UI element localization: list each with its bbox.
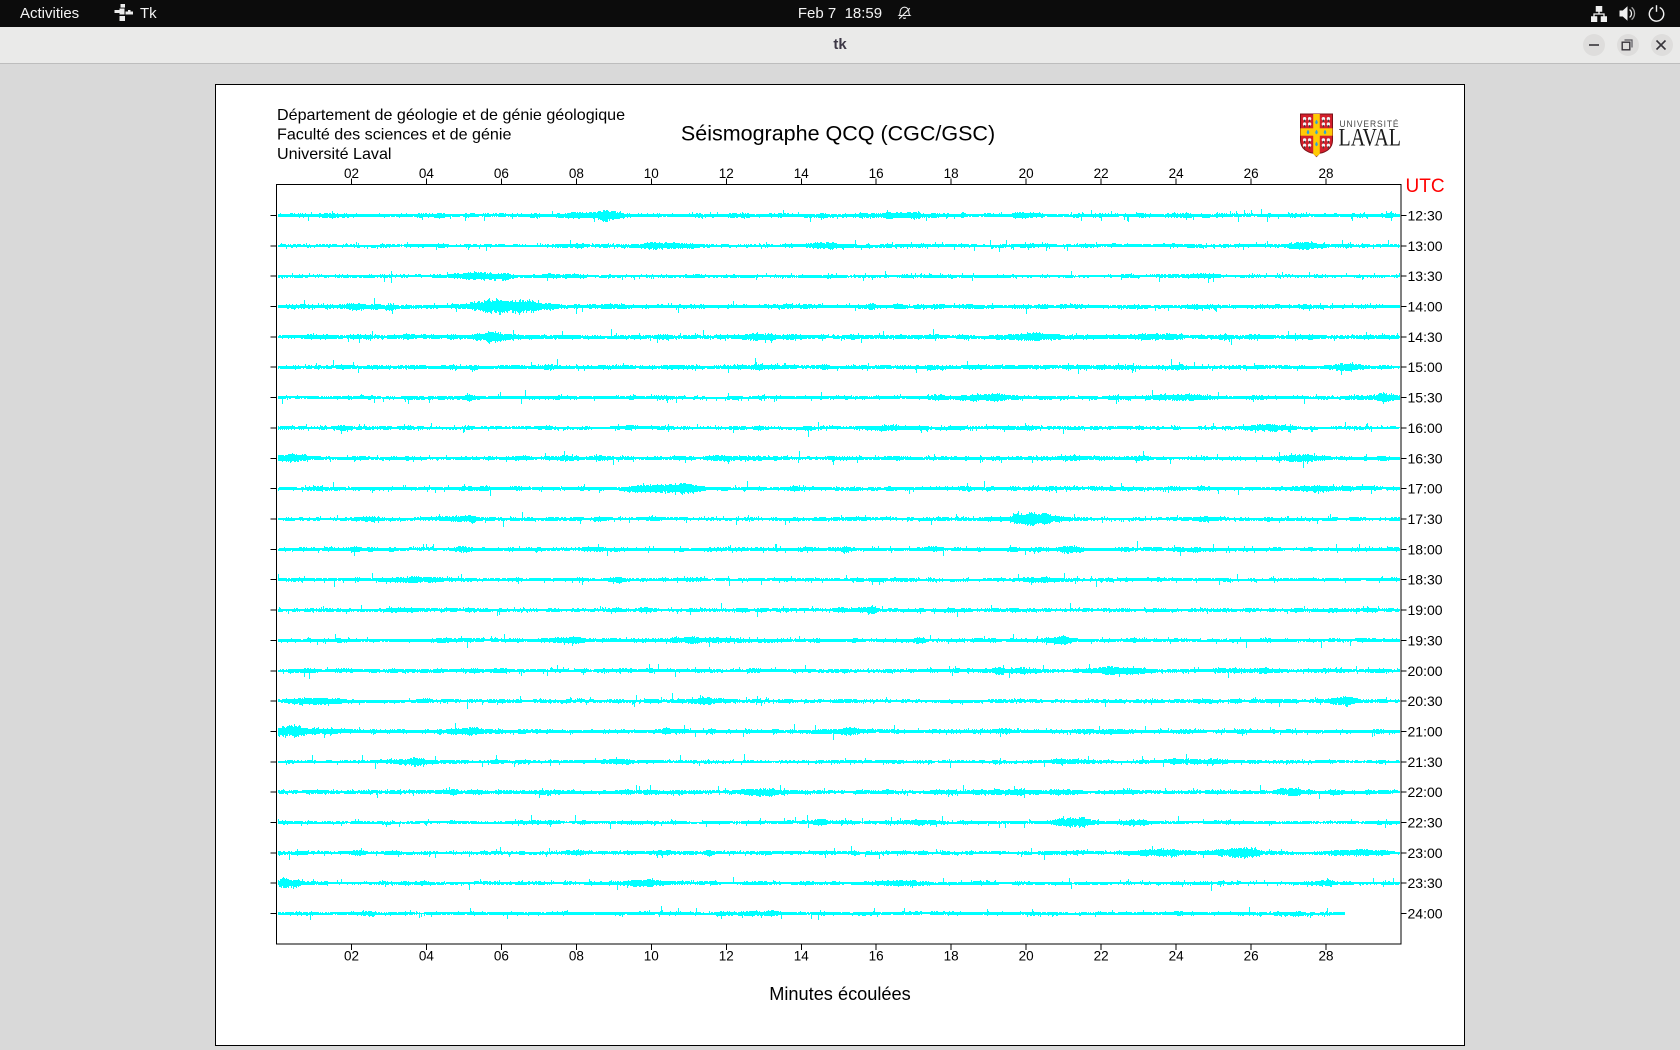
svg-text:28: 28 <box>1318 166 1333 181</box>
svg-text:24: 24 <box>1169 949 1185 964</box>
svg-text:02: 02 <box>344 166 359 181</box>
svg-text:14:30: 14:30 <box>1408 329 1443 345</box>
svg-text:16:00: 16:00 <box>1408 420 1443 436</box>
svg-text:14: 14 <box>794 949 810 964</box>
svg-text:12: 12 <box>719 949 734 964</box>
svg-text:24:00: 24:00 <box>1408 906 1443 922</box>
svg-text:02: 02 <box>344 949 359 964</box>
svg-text:17:00: 17:00 <box>1408 481 1443 497</box>
svg-text:20: 20 <box>1019 166 1034 181</box>
svg-text:13:00: 13:00 <box>1408 238 1443 254</box>
svg-text:Département de géologie et de: Département de géologie et de génie géol… <box>277 106 625 124</box>
svg-text:10: 10 <box>644 949 659 964</box>
svg-text:Faculté des sciences et de gén: Faculté des sciences et de génie <box>277 125 511 143</box>
svg-text:20:30: 20:30 <box>1408 693 1443 709</box>
svg-text:Université Laval: Université Laval <box>277 145 392 163</box>
svg-text:22: 22 <box>1094 949 1109 964</box>
svg-text:18: 18 <box>944 166 959 181</box>
svg-text:UTC: UTC <box>1406 176 1445 197</box>
svg-text:22:00: 22:00 <box>1408 784 1443 800</box>
svg-text:18: 18 <box>944 949 959 964</box>
svg-text:22:30: 22:30 <box>1408 815 1443 831</box>
svg-text:18:30: 18:30 <box>1408 572 1443 588</box>
svg-text:19:00: 19:00 <box>1408 602 1443 618</box>
svg-text:06: 06 <box>494 949 509 964</box>
svg-text:21:00: 21:00 <box>1408 724 1443 740</box>
svg-text:15:00: 15:00 <box>1408 359 1443 375</box>
svg-text:Minutes écoulées: Minutes écoulées <box>769 984 911 1004</box>
svg-text:21:30: 21:30 <box>1408 754 1443 770</box>
svg-text:23:30: 23:30 <box>1408 875 1443 891</box>
svg-text:04: 04 <box>419 949 435 964</box>
svg-text:24: 24 <box>1169 166 1185 181</box>
svg-text:08: 08 <box>569 949 584 964</box>
svg-text:28: 28 <box>1318 949 1333 964</box>
svg-text:16: 16 <box>869 166 884 181</box>
svg-text:Séismographe QCQ (CGC/GSC): Séismographe QCQ (CGC/GSC) <box>681 122 995 146</box>
svg-text:22: 22 <box>1094 166 1109 181</box>
svg-text:15:30: 15:30 <box>1408 390 1443 406</box>
svg-text:12: 12 <box>719 166 734 181</box>
svg-text:20: 20 <box>1019 949 1034 964</box>
svg-text:16:30: 16:30 <box>1408 450 1443 466</box>
svg-text:26: 26 <box>1244 166 1259 181</box>
svg-text:14: 14 <box>794 166 810 181</box>
svg-text:06: 06 <box>494 166 509 181</box>
svg-text:17:30: 17:30 <box>1408 511 1443 527</box>
svg-text:18:00: 18:00 <box>1408 541 1443 557</box>
svg-text:12:30: 12:30 <box>1408 208 1443 224</box>
svg-text:26: 26 <box>1244 949 1259 964</box>
svg-text:10: 10 <box>644 166 659 181</box>
svg-text:16: 16 <box>869 949 884 964</box>
svg-text:08: 08 <box>569 166 584 181</box>
svg-text:20:00: 20:00 <box>1408 663 1443 679</box>
svg-text:19:30: 19:30 <box>1408 632 1443 648</box>
svg-text:LAVAL: LAVAL <box>1339 125 1402 152</box>
svg-text:04: 04 <box>419 166 435 181</box>
svg-text:23:00: 23:00 <box>1408 845 1443 861</box>
svg-text:13:30: 13:30 <box>1408 268 1443 284</box>
svg-text:14:00: 14:00 <box>1408 299 1443 315</box>
